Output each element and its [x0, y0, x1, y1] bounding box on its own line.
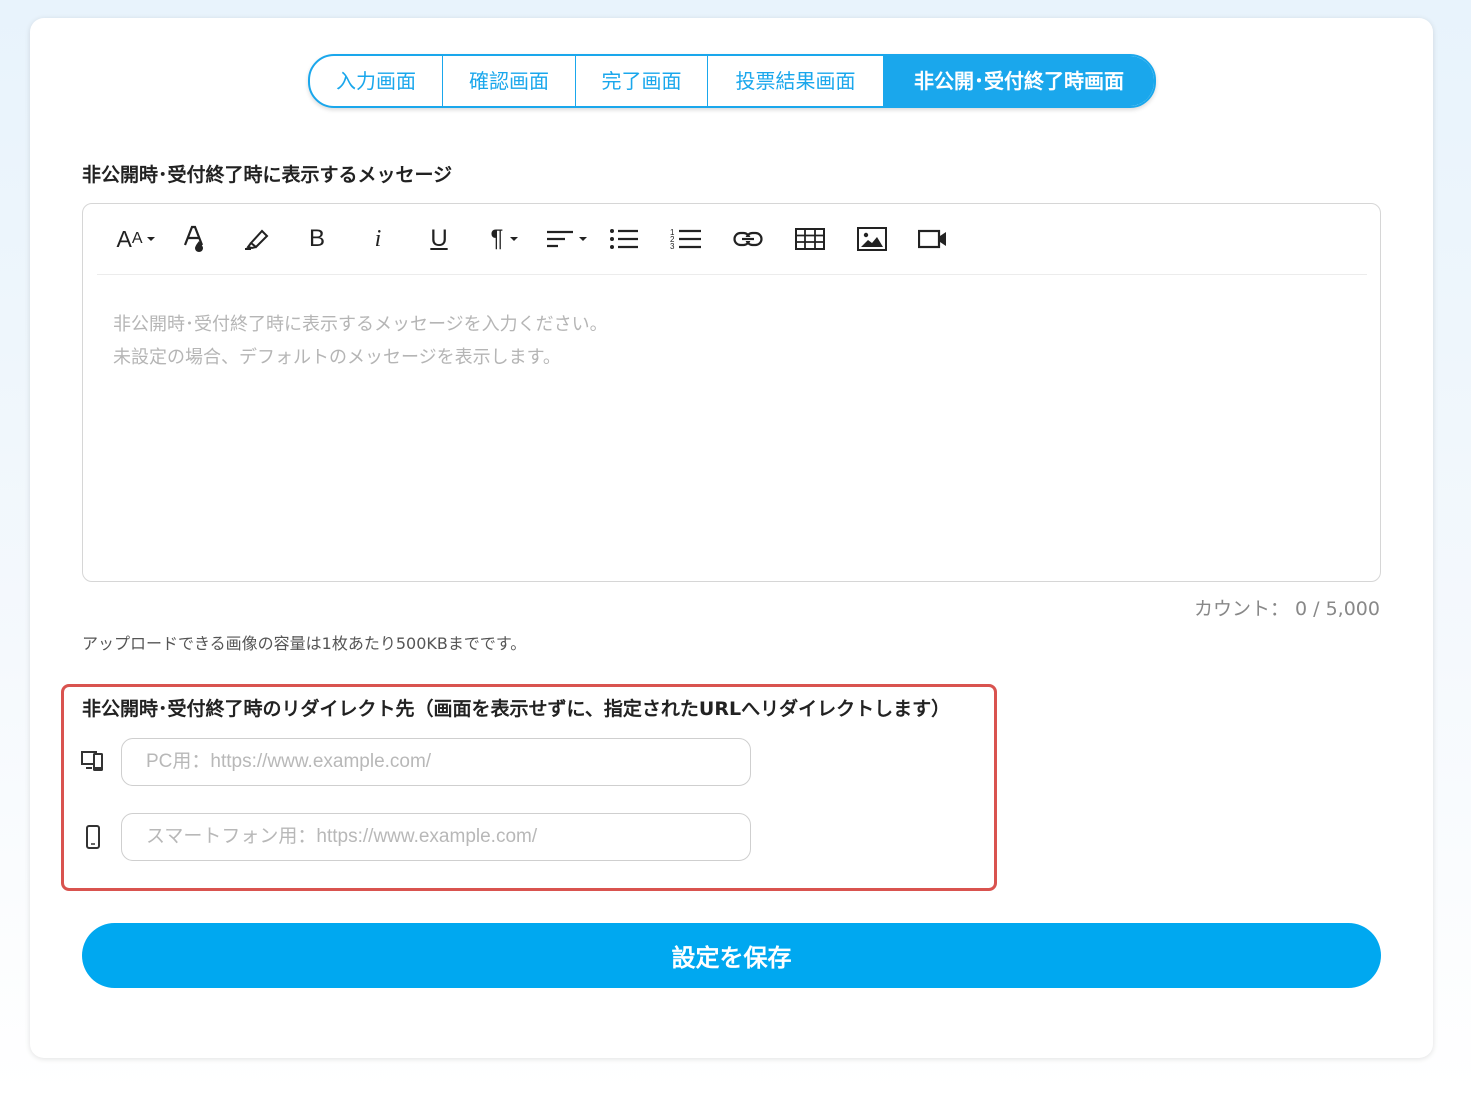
save-settings-button[interactable]: 設定を保存: [82, 923, 1381, 988]
tab-private-closed[interactable]: 非公開･受付終了時画面: [884, 56, 1154, 106]
smartphone-icon: [85, 825, 101, 853]
rich-text-editor: AA B i U ¶ 1 2 3 非公開時･受付終了時に表示するメッセージを入力…: [82, 203, 1381, 582]
pc-redirect-url-input[interactable]: [121, 738, 751, 786]
bold-icon[interactable]: B: [304, 222, 330, 256]
editor-toolbar: AA B i U ¶ 1 2 3: [97, 204, 1367, 275]
settings-card: 入力画面 確認画面 完了画面 投票結果画面 非公開･受付終了時画面 非公開時･受…: [30, 18, 1433, 1058]
numbered-list-icon[interactable]: 1 2 3: [670, 222, 702, 256]
tab-complete[interactable]: 完了画面: [576, 56, 708, 106]
upload-note: アップロードできる画像の容量は1枚あたり500KBまでです。: [82, 634, 527, 653]
tab-vote-results[interactable]: 投票結果画面: [708, 56, 884, 106]
image-icon[interactable]: [857, 222, 887, 256]
tab-input[interactable]: 入力画面: [310, 56, 443, 106]
align-icon[interactable]: [543, 222, 591, 256]
redirect-section-label: 非公開時･受付終了時のリダイレクト先（画面を表示せずに、指定されたURLへリダイ…: [82, 698, 951, 720]
placeholder-line-1: 非公開時･受付終了時に表示するメッセージを入力ください。: [113, 314, 608, 335]
editor-placeholder[interactable]: 非公開時･受付終了時に表示するメッセージを入力ください。 未設定の場合、デフォル…: [113, 308, 608, 374]
character-counter: カウント： 0 / 5,000: [1193, 598, 1380, 620]
paragraph-icon[interactable]: ¶: [483, 222, 527, 256]
bullet-list-icon[interactable]: [609, 222, 639, 256]
tab-confirm[interactable]: 確認画面: [443, 56, 576, 106]
table-icon[interactable]: [794, 222, 826, 256]
font-size-icon[interactable]: AA: [111, 222, 161, 256]
screen-tabs: 入力画面 確認画面 完了画面 投票結果画面 非公開･受付終了時画面: [308, 54, 1156, 108]
message-section-label: 非公開時･受付終了時に表示するメッセージ: [82, 164, 453, 186]
italic-icon[interactable]: i: [366, 222, 390, 256]
svg-text:3: 3: [670, 242, 675, 251]
placeholder-line-2: 未設定の場合、デフォルトのメッセージを表示します。: [113, 347, 561, 368]
desktop-mobile-icon: [81, 750, 105, 776]
video-icon[interactable]: [918, 222, 948, 256]
underline-icon[interactable]: U: [425, 222, 453, 256]
text-color-icon[interactable]: [181, 222, 207, 256]
sp-redirect-url-input[interactable]: [121, 813, 751, 861]
link-icon[interactable]: [732, 222, 764, 256]
highlighter-icon[interactable]: [242, 222, 272, 256]
